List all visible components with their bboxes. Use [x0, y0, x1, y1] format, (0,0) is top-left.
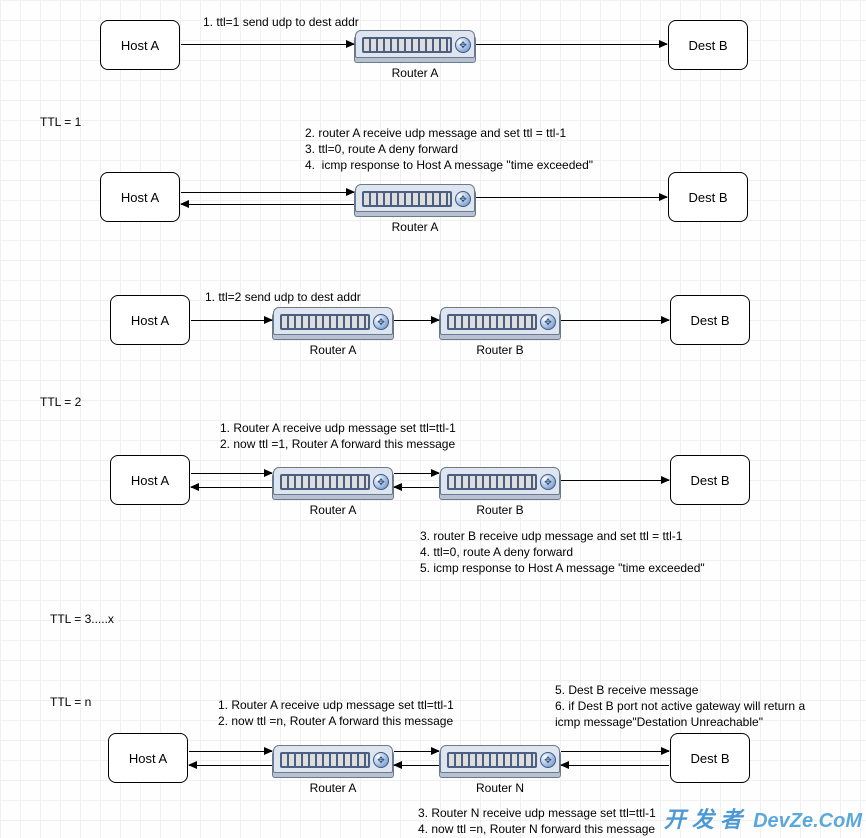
host-a-3: Host A — [110, 295, 190, 345]
dest-b-label: Dest B — [688, 190, 727, 205]
dest-b-5: Dest B — [670, 733, 750, 783]
row5-msg-top-left: 1. Router A receive udp message set ttl=… — [218, 697, 454, 729]
router-b-label: Router B — [440, 343, 560, 357]
router-a-3: ✥ Router A — [273, 307, 393, 357]
host-a-label: Host A — [121, 190, 159, 205]
router-knob-icon: ✥ — [540, 314, 556, 330]
router-b-label: Router B — [440, 503, 560, 517]
arrow-hostA-routerA-1 — [181, 44, 354, 45]
router-knob-icon: ✥ — [540, 752, 556, 768]
dest-b-label: Dest B — [688, 38, 727, 53]
row4-msg-top: 1. Router A receive udp message set ttl=… — [220, 420, 456, 452]
router-knob-icon: ✥ — [373, 474, 389, 490]
section-label-ttl1: TTL = 1 — [40, 115, 81, 129]
dest-b-2: Dest B — [668, 172, 748, 222]
section-label-ttln: TTL = n — [50, 695, 91, 709]
section-label-ttl2: TTL = 2 — [40, 395, 81, 409]
host-a-label: Host A — [131, 313, 169, 328]
arrow-routerA-destB-1 — [476, 44, 667, 45]
arrow-routerN-routerA-5b — [394, 765, 439, 766]
row2-msg: 2. router A receive udp message and set … — [305, 125, 593, 174]
row1-msg1: 1. ttl=1 send udp to dest addr — [203, 14, 359, 30]
row3-msg1: 1. ttl=2 send udp to dest addr — [205, 289, 361, 305]
row5-msg-bot: 3. Router N receive udp message set ttl=… — [418, 805, 656, 837]
arrow-routerN-destB-5a — [561, 751, 669, 752]
router-a-1: ✥ Router A — [355, 30, 475, 80]
dest-b-1: Dest B — [668, 20, 748, 70]
arrow-routerA-routerB-3 — [394, 320, 439, 321]
router-knob-icon: ✥ — [455, 191, 471, 207]
watermark: 开 发 者 DevZe.CoM — [664, 802, 862, 834]
router-a-4: ✥ Router A — [273, 467, 393, 517]
router-n-label: Router N — [440, 781, 560, 795]
host-a-1: Host A — [100, 20, 180, 70]
host-a-label: Host A — [121, 38, 159, 53]
dest-b-label: Dest B — [690, 473, 729, 488]
router-knob-icon: ✥ — [373, 314, 389, 330]
dest-b-3: Dest B — [670, 295, 750, 345]
arrow-routerA-routerN-5a — [394, 751, 439, 752]
dest-b-4: Dest B — [670, 455, 750, 505]
section-label-ttl3x: TTL = 3.....x — [50, 612, 114, 626]
router-a-2: ✥ Router A — [355, 184, 475, 234]
arrow-routerA-hostA-2b — [181, 204, 354, 205]
arrow-hostA-routerA-4a — [191, 473, 272, 474]
host-a-label: Host A — [131, 473, 169, 488]
arrow-routerB-routerA-4b — [394, 487, 439, 488]
dest-b-label: Dest B — [690, 751, 729, 766]
router-a-label: Router A — [355, 66, 475, 80]
arrow-routerA-destB-2 — [476, 197, 667, 198]
host-a-4: Host A — [110, 455, 190, 505]
host-a-label: Host A — [129, 751, 167, 766]
router-knob-icon: ✥ — [455, 37, 471, 53]
router-b-4: ✥ Router B — [440, 467, 560, 517]
arrow-hostA-routerA-2a — [181, 192, 354, 193]
row4-msg-bot: 3. router B receive udp message and set … — [420, 528, 705, 577]
router-a-label: Router A — [273, 781, 393, 795]
router-b-3: ✥ Router B — [440, 307, 560, 357]
arrow-hostA-routerA-3 — [191, 320, 272, 321]
row5-msg-top-right: 5. Dest B receive message 6. if Dest B p… — [555, 682, 805, 731]
router-a-label: Router A — [273, 343, 393, 357]
arrow-routerB-destB-4 — [561, 480, 669, 481]
router-a-label: Router A — [273, 503, 393, 517]
host-a-5: Host A — [108, 733, 188, 783]
arrow-routerB-destB-3 — [561, 320, 669, 321]
arrow-destB-routerN-5b — [561, 765, 669, 766]
router-a-5: ✥ Router A — [273, 745, 393, 795]
router-a-label: Router A — [355, 220, 475, 234]
router-knob-icon: ✥ — [540, 474, 556, 490]
host-a-2: Host A — [100, 172, 180, 222]
router-n-5: ✥ Router N — [440, 745, 560, 795]
arrow-routerA-hostA-4b — [191, 487, 272, 488]
dest-b-label: Dest B — [690, 313, 729, 328]
arrow-routerA-hostA-5b — [189, 765, 272, 766]
arrow-hostA-routerA-5a — [189, 751, 272, 752]
arrow-routerA-routerB-4a — [394, 473, 439, 474]
router-knob-icon: ✥ — [373, 752, 389, 768]
